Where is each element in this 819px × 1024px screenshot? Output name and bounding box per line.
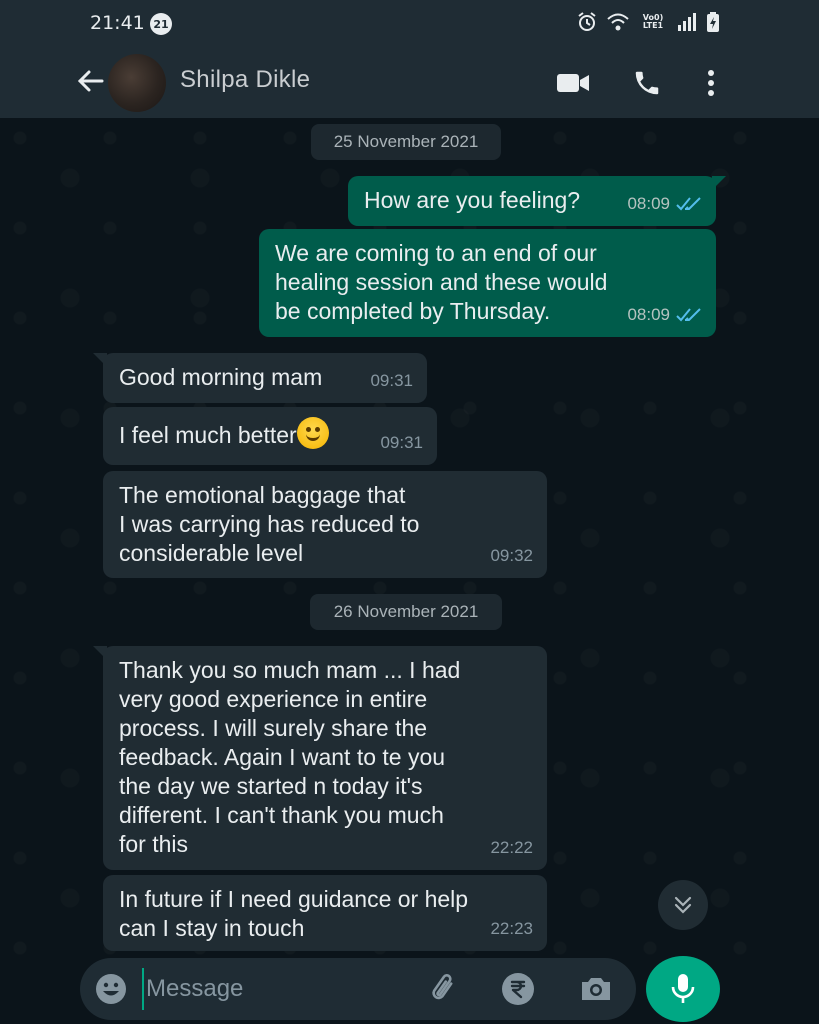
- double-check-icon: [676, 196, 701, 210]
- wifi-icon: [607, 13, 629, 31]
- message-time: 08:09: [627, 305, 670, 324]
- message-time: 22:23: [490, 919, 533, 938]
- contact-name[interactable]: Shilpa Dikle: [180, 66, 310, 94]
- date-separator: 25 November 2021: [311, 124, 501, 160]
- battery-icon: [707, 12, 719, 32]
- emoji-icon: [96, 974, 126, 1004]
- status-time: 21:41: [90, 12, 145, 34]
- voice-message-button[interactable]: [646, 956, 720, 1022]
- message-line: The emotional baggage that: [119, 482, 406, 508]
- back-button[interactable]: [74, 64, 108, 98]
- notification-count-badge: 21: [150, 13, 172, 35]
- message-line: We are coming to an end of our: [275, 240, 597, 266]
- message-bubble-incoming[interactable]: In future if I need guidance or help can…: [103, 875, 547, 951]
- message-bubble-incoming[interactable]: Thank you so much mam ... I had very goo…: [93, 646, 547, 870]
- message-text: How are you feeling?: [364, 187, 581, 213]
- signal-icon: [678, 13, 696, 31]
- video-call-button[interactable]: [556, 66, 590, 100]
- chat-area[interactable]: 25 November 2021 How are you feeling? 08…: [0, 118, 819, 956]
- camera-icon: [582, 978, 610, 1000]
- message-line: different. I can't thank you much: [119, 802, 444, 828]
- message-text: Good morning mam: [119, 364, 323, 390]
- message-line: I was carrying has reduced to: [119, 511, 420, 537]
- bubble-tail: [93, 646, 107, 660]
- scroll-to-bottom-button[interactable]: [658, 880, 708, 930]
- message-line: considerable level: [119, 540, 304, 566]
- status-icons: Vo0) LTE1: [577, 12, 719, 32]
- message-line: for this: [119, 831, 189, 857]
- message-line: the day we started n today it's: [119, 773, 423, 799]
- chat-header: Shilpa Dikle: [0, 48, 819, 118]
- status-bar: 21:41 21 Vo0) LTE1: [0, 0, 819, 48]
- message-input[interactable]: [142, 968, 412, 1010]
- double-check-icon: [676, 307, 701, 321]
- attach-button[interactable]: [426, 971, 462, 1007]
- avatar[interactable]: [108, 54, 166, 112]
- message-composer: [80, 958, 636, 1020]
- bubble-tail: [93, 353, 107, 367]
- message-text: I feel much better: [119, 422, 297, 448]
- emoji-button[interactable]: [94, 972, 128, 1006]
- message-time: 09:31: [370, 371, 413, 390]
- smiling-face-emoji-icon: [296, 417, 329, 449]
- back-arrow-icon: [77, 70, 104, 92]
- phone-icon: [635, 71, 659, 95]
- message-bubble-incoming[interactable]: The emotional baggage that I was carryin…: [103, 471, 547, 578]
- message-time: 09:31: [380, 433, 423, 452]
- alarm-icon: [578, 12, 596, 31]
- message-time: 08:09: [627, 194, 670, 213]
- paperclip-icon: [432, 974, 453, 1000]
- more-options-button[interactable]: [694, 66, 728, 100]
- message-line: In future if I need guidance or help: [119, 886, 469, 912]
- message-line: can I stay in touch: [119, 915, 305, 941]
- message-meta: 08:09: [627, 300, 702, 329]
- message-time: 09:32: [490, 546, 533, 565]
- message-bubble-incoming[interactable]: I feel much better 09:31: [103, 407, 437, 465]
- message-meta: 08:09: [627, 189, 702, 218]
- message-line: Thank you so much mam ... I had: [119, 657, 461, 683]
- message-bubble-outgoing[interactable]: How are you feeling? 08:09: [348, 176, 726, 226]
- message-line: process. I will surely share the: [119, 715, 428, 741]
- message-bubble-outgoing[interactable]: We are coming to an end of our healing s…: [259, 229, 716, 337]
- date-label: 26 November 2021: [333, 602, 479, 621]
- voice-call-button[interactable]: [630, 66, 664, 100]
- microphone-icon: [671, 974, 695, 1003]
- date-label: 25 November 2021: [333, 132, 479, 151]
- double-chevron-down-icon: [674, 896, 692, 914]
- message-line: feedback. Again I want to te you: [119, 744, 446, 770]
- rupee-icon: [502, 973, 534, 1005]
- more-vert-icon: [708, 70, 714, 96]
- message-line: very good experience in entire: [119, 686, 428, 712]
- bubble-tail: [712, 176, 726, 190]
- message-line: healing session and these would: [275, 269, 608, 295]
- payment-button[interactable]: [500, 971, 536, 1007]
- volte-label: Vo0) LTE1: [642, 13, 664, 30]
- message-bubble-incoming[interactable]: Good morning mam 09:31: [93, 353, 427, 403]
- message-time: 22:22: [490, 838, 533, 857]
- input-bar: [0, 956, 819, 1024]
- video-camera-icon: [557, 74, 589, 92]
- date-separator: 26 November 2021: [310, 594, 502, 630]
- camera-button[interactable]: [578, 971, 614, 1007]
